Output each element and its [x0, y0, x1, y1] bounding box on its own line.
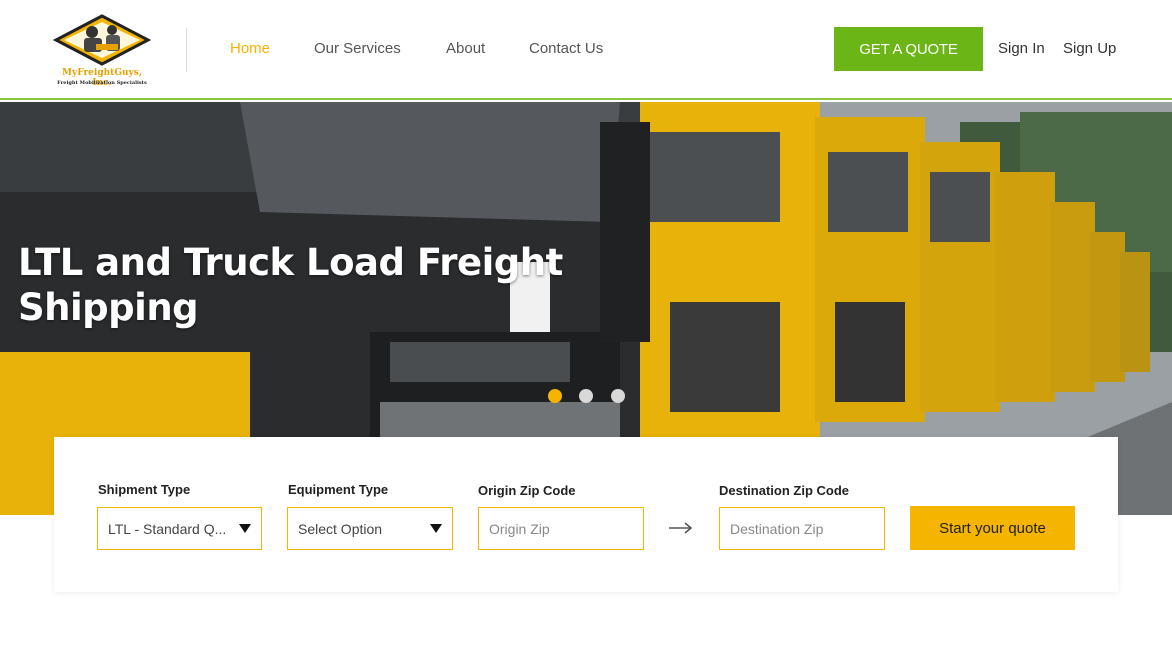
- sign-in-link[interactable]: Sign In: [998, 40, 1045, 57]
- equipment-type-value: Select Option: [298, 520, 383, 537]
- equipment-type-label: Equipment Type: [288, 482, 389, 497]
- destination-zip-input[interactable]: [730, 520, 884, 537]
- caret-down-icon: [430, 524, 442, 533]
- hero-title: LTL and Truck Load Freight Shipping: [18, 241, 563, 329]
- get-a-quote-button[interactable]: GET A QUOTE: [834, 27, 983, 71]
- site-header: MyFreightGuys, Inc. Freight Mobilization…: [0, 0, 1172, 100]
- equipment-type-select[interactable]: Select Option: [287, 507, 453, 550]
- nav-contact-us[interactable]: Contact Us: [529, 40, 603, 57]
- sign-up-link[interactable]: Sign Up: [1063, 40, 1116, 57]
- shipment-type-value: LTL - Standard Q...: [108, 520, 227, 537]
- origin-zip-label: Origin Zip Code: [478, 483, 576, 498]
- nav-home[interactable]: Home: [230, 40, 270, 57]
- brand-tagline: Freight Mobilization Specialists: [57, 80, 147, 86]
- destination-zip-label: Destination Zip Code: [719, 483, 849, 498]
- start-your-quote-button[interactable]: Start your quote: [910, 506, 1075, 550]
- arrow-right-icon: [669, 522, 693, 534]
- origin-zip-field[interactable]: [478, 507, 644, 550]
- shipment-type-select[interactable]: LTL - Standard Q...: [97, 507, 262, 550]
- caret-down-icon: [239, 524, 251, 533]
- quote-form-card: Shipment Type LTL - Standard Q... Equipm…: [54, 437, 1118, 592]
- shipment-type-label: Shipment Type: [98, 482, 191, 497]
- nav-our-services[interactable]: Our Services: [314, 40, 401, 57]
- destination-zip-field[interactable]: [719, 507, 885, 550]
- carousel-dot-1[interactable]: [548, 389, 562, 403]
- header-divider: [186, 28, 187, 72]
- nav-about[interactable]: About: [446, 40, 485, 57]
- carousel-dot-2[interactable]: [579, 389, 593, 403]
- carousel-dot-3[interactable]: [611, 389, 625, 403]
- origin-zip-input[interactable]: [489, 520, 643, 537]
- logo-emblem-icon: [52, 14, 152, 66]
